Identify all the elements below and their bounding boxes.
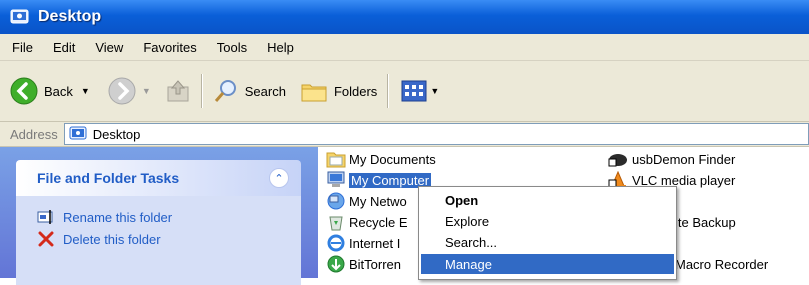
menu-tools[interactable]: Tools: [217, 40, 247, 55]
task-panel-body: Rename this folder Delete this folder: [16, 196, 301, 285]
file-item-internet-explorer[interactable]: Internet I: [326, 233, 400, 253]
folders-button[interactable]: Folders: [300, 79, 377, 103]
desktop-icon: [69, 126, 87, 140]
file-item-my-documents[interactable]: My Documents: [326, 149, 436, 169]
back-arrow-icon: [10, 77, 38, 105]
rename-icon: [37, 210, 53, 224]
usbdemon-icon: [608, 154, 627, 167]
folder-icon: [326, 152, 346, 168]
file-folder-tasks-panel: File and Folder Tasks ⌃ Rename this fold…: [16, 160, 301, 285]
recycle-bin-icon: [329, 216, 343, 231]
title-bar: Desktop: [0, 0, 809, 34]
internet-explorer-icon: [327, 234, 345, 252]
search-label: Search: [244, 83, 286, 99]
views-button[interactable]: ▼: [401, 80, 439, 102]
task-panel-title: File and Folder Tasks: [37, 170, 180, 186]
menu-edit[interactable]: Edit: [53, 40, 75, 55]
file-item-recycle-bin[interactable]: Recycle E: [326, 212, 408, 232]
rename-folder-label: Rename this folder: [63, 209, 173, 225]
file-item-my-network[interactable]: My Netwo: [326, 191, 407, 211]
folders-icon: [301, 84, 327, 102]
collapse-chevron-icon[interactable]: ⌃: [269, 168, 289, 188]
address-bar: Address Desktop: [0, 122, 809, 147]
file-item-my-computer[interactable]: My Computer: [326, 170, 432, 190]
task-pane: File and Folder Tasks ⌃ Rename this fold…: [0, 147, 318, 285]
menu-bar: File Edit View Favorites Tools Help: [0, 34, 809, 61]
address-input[interactable]: Desktop: [63, 123, 809, 145]
toolbar-separator: [387, 74, 390, 108]
search-icon: [214, 80, 236, 102]
file-item-usbdemon-finder[interactable]: usbDemon Finder: [607, 149, 735, 169]
toolbar: Back ▼ ▼ Search Folders ▼: [0, 61, 809, 122]
context-menu-open[interactable]: Open: [421, 190, 674, 210]
network-icon: [327, 192, 345, 210]
desktop-icon: [10, 9, 29, 24]
context-menu: Open Explore Search... Manage: [418, 186, 677, 280]
context-menu-explore[interactable]: Explore: [421, 211, 674, 231]
up-folder-button[interactable]: [165, 78, 191, 104]
address-label: Address: [10, 126, 58, 142]
menu-file[interactable]: File: [12, 40, 33, 55]
delete-folder-task[interactable]: Delete this folder: [16, 228, 301, 250]
file-item-macro-recorder[interactable]: Macro Recorder: [672, 254, 768, 274]
rename-folder-task[interactable]: Rename this folder: [16, 206, 301, 228]
window-title: Desktop: [38, 8, 102, 25]
menu-view[interactable]: View: [95, 40, 123, 55]
back-button[interactable]: Back ▼: [10, 77, 90, 105]
views-dropdown-icon[interactable]: ▼: [430, 86, 439, 96]
up-folder-icon: [167, 80, 189, 102]
task-panel-header[interactable]: File and Folder Tasks ⌃: [16, 160, 301, 196]
forward-arrow-icon: [108, 77, 136, 105]
delete-x-icon: [38, 231, 54, 247]
menu-favorites[interactable]: Favorites: [143, 40, 196, 55]
back-dropdown-icon[interactable]: ▼: [81, 86, 90, 96]
bittorrent-icon: [327, 255, 345, 273]
search-button[interactable]: Search: [213, 78, 286, 104]
back-label: Back: [44, 83, 73, 99]
context-menu-manage[interactable]: Manage: [421, 254, 674, 274]
folders-label: Folders: [333, 83, 378, 99]
forward-button[interactable]: ▼: [108, 77, 151, 105]
context-menu-search[interactable]: Search...: [421, 232, 674, 252]
menu-help[interactable]: Help: [267, 40, 294, 55]
computer-icon: [327, 171, 345, 187]
file-item-backup[interactable]: ite Backup: [672, 212, 736, 232]
address-value: Desktop: [92, 126, 141, 142]
forward-dropdown-icon[interactable]: ▼: [142, 86, 151, 96]
toolbar-separator: [200, 74, 203, 108]
file-item-bittorrent[interactable]: BitTorren: [326, 254, 401, 274]
views-icon: [401, 80, 427, 102]
delete-folder-label: Delete this folder: [63, 231, 161, 247]
